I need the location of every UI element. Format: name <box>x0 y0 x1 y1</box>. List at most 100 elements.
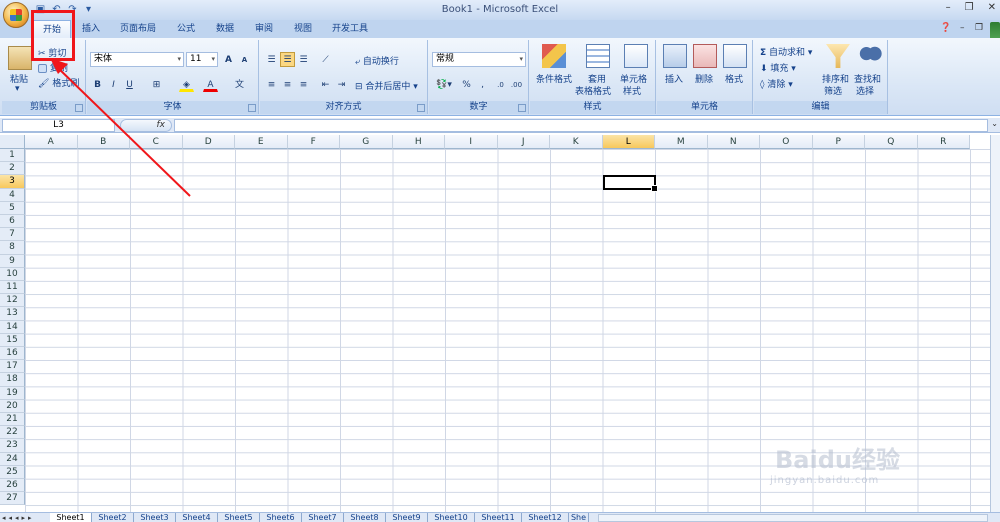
row-header[interactable]: 14 <box>0 320 25 334</box>
sheet-nav-arrows-icon[interactable]: ◂◂◂▸▸ <box>2 513 35 522</box>
sheet-tab[interactable]: Sheet4 <box>176 513 218 522</box>
font-size-select[interactable]: 11 ▾ <box>186 52 218 67</box>
bold-button[interactable]: B <box>90 77 105 92</box>
row-header[interactable]: 9 <box>0 254 25 268</box>
align-center-icon[interactable]: ≡ <box>280 77 295 92</box>
fill-button[interactable]: ⬇ 填充 ▾ <box>760 61 796 74</box>
row-header[interactable]: 19 <box>0 386 25 400</box>
row-header[interactable]: 11 <box>0 281 25 295</box>
font-color-icon[interactable]: A <box>203 77 218 92</box>
grow-font-button[interactable]: A <box>221 52 236 67</box>
insert-function-button[interactable]: fx <box>120 119 172 132</box>
orientation-icon[interactable]: ⟋ <box>318 52 333 67</box>
column-header[interactable]: O <box>760 135 813 149</box>
insert-cells-icon[interactable] <box>663 44 687 68</box>
ribbon-minimize-icon[interactable]: – <box>960 23 965 33</box>
paste-dropdown-icon[interactable]: ▾ <box>15 84 20 94</box>
row-header[interactable]: 26 <box>0 479 25 493</box>
wrap-text-button[interactable]: ⤶ 自动换行 <box>355 54 399 67</box>
align-top-icon[interactable]: ☰ <box>264 52 279 67</box>
sheet-tab[interactable]: Sheet6 <box>260 513 302 522</box>
font-name-select[interactable]: 宋体 ▾ <box>90 52 184 67</box>
fill-color-icon[interactable]: ◈ <box>179 77 194 92</box>
tab-data[interactable]: 数据 <box>209 20 241 38</box>
column-header[interactable]: I <box>445 135 498 149</box>
column-header[interactable]: C <box>130 135 183 149</box>
tab-page-layout[interactable]: 页面布局 <box>112 20 164 38</box>
table-format-line2[interactable]: 表格格式 <box>575 84 611 97</box>
horizontal-scrollbar[interactable] <box>598 514 988 522</box>
phonetic-icon[interactable]: 文 <box>232 77 247 92</box>
restore-icon[interactable]: ❐ <box>965 2 974 13</box>
font-launcher-icon[interactable] <box>248 104 256 112</box>
currency-icon[interactable]: 💱▾ <box>433 77 455 92</box>
sort-filter-icon[interactable] <box>826 44 850 68</box>
delete-cells-icon[interactable] <box>693 44 717 68</box>
tab-formulas[interactable]: 公式 <box>170 20 202 38</box>
row-header[interactable]: 3 <box>0 175 25 189</box>
row-header[interactable]: 8 <box>0 241 25 255</box>
sheet-tab[interactable]: Sheet10 <box>428 513 475 522</box>
row-header[interactable]: 23 <box>0 439 25 453</box>
ribbon-restore-icon[interactable]: ❐ <box>975 23 983 33</box>
number-launcher-icon[interactable] <box>518 104 526 112</box>
row-header[interactable]: 17 <box>0 360 25 374</box>
cell-styles-line2[interactable]: 样式 <box>623 84 641 97</box>
autosum-button[interactable]: Σ 自动求和 ▾ <box>760 45 812 58</box>
column-header[interactable]: P <box>812 135 865 149</box>
row-header[interactable]: 10 <box>0 267 25 281</box>
row-header[interactable]: 27 <box>0 492 25 506</box>
sheet-tab[interactable]: Sheet5 <box>218 513 260 522</box>
row-header[interactable]: 6 <box>0 215 25 229</box>
help-icon[interactable]: ❓ <box>940 23 951 33</box>
percent-button[interactable]: % <box>459 77 474 92</box>
sheet-tab[interactable]: Sheet9 <box>386 513 428 522</box>
paste-icon[interactable] <box>8 46 32 70</box>
sheet-tab[interactable]: Sheet2 <box>92 513 134 522</box>
row-header[interactable]: 2 <box>0 162 25 176</box>
minimize-icon[interactable]: – <box>946 2 951 13</box>
row-header[interactable]: 13 <box>0 307 25 321</box>
row-header[interactable]: 4 <box>0 188 25 202</box>
number-format-select[interactable]: 常规 ▾ <box>432 52 526 67</box>
column-header[interactable]: D <box>182 135 235 149</box>
align-left-icon[interactable]: ≡ <box>264 77 279 92</box>
find-select-line2[interactable]: 选择 <box>856 84 874 97</box>
column-header[interactable]: J <box>497 135 550 149</box>
cell-styles-icon[interactable] <box>624 44 648 68</box>
expand-formula-icon[interactable]: ⌄ <box>991 119 998 128</box>
sheet-tab[interactable]: She <box>569 513 589 522</box>
active-cell[interactable] <box>602 175 658 192</box>
row-header[interactable]: 15 <box>0 333 25 347</box>
copy-button[interactable]: 复制 <box>38 61 68 74</box>
select-all-corner[interactable] <box>0 135 25 149</box>
sort-filter-line2[interactable]: 筛选 <box>824 84 842 97</box>
decrease-decimal-icon[interactable]: .00 <box>509 77 524 92</box>
shrink-font-button[interactable]: A <box>237 52 252 67</box>
align-right-icon[interactable]: ≡ <box>296 77 311 92</box>
delete-cells-button[interactable]: 删除 <box>695 72 713 85</box>
row-header[interactable]: 21 <box>0 413 25 427</box>
row-header[interactable]: 1 <box>0 149 25 163</box>
tab-insert[interactable]: 插入 <box>75 20 107 38</box>
tab-review[interactable]: 审阅 <box>248 20 280 38</box>
align-middle-icon[interactable]: ☰ <box>280 52 295 67</box>
column-header[interactable]: F <box>287 135 340 149</box>
italic-button[interactable]: I <box>106 77 121 92</box>
row-header[interactable]: 20 <box>0 399 25 413</box>
column-header[interactable]: H <box>392 135 445 149</box>
format-cells-button[interactable]: 格式 <box>725 72 743 85</box>
alignment-launcher-icon[interactable] <box>417 104 425 112</box>
format-cells-icon[interactable] <box>723 44 747 68</box>
increase-indent-icon[interactable]: ⇥ <box>334 77 349 92</box>
column-header[interactable]: N <box>707 135 760 149</box>
column-header[interactable]: E <box>235 135 288 149</box>
row-header[interactable]: 7 <box>0 228 25 242</box>
name-box[interactable]: L3 <box>2 119 115 132</box>
sheet-tab[interactable]: Sheet8 <box>344 513 386 522</box>
row-header[interactable]: 24 <box>0 452 25 466</box>
merge-center-button[interactable]: ⊟ 合并后居中 ▾ <box>355 79 418 92</box>
column-header[interactable]: Q <box>865 135 918 149</box>
sheet-tab[interactable]: Sheet3 <box>134 513 176 522</box>
clipboard-launcher-icon[interactable] <box>75 104 83 112</box>
